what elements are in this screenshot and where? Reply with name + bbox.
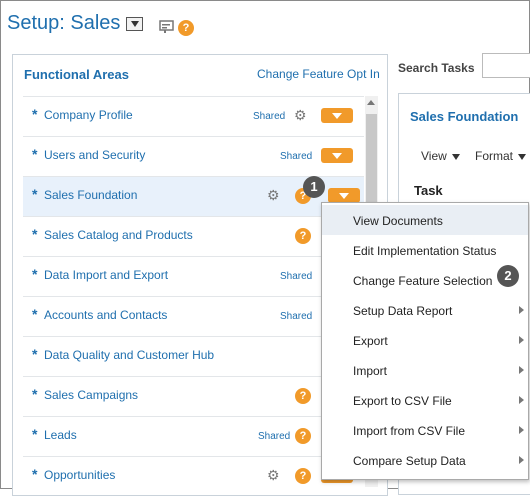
gear-icon[interactable]: ⚙	[267, 467, 280, 484]
functional-area-row[interactable]: * Data Import and Export Shared	[23, 256, 364, 296]
context-menu-item-label: Import from CSV File	[353, 424, 466, 438]
format-chevron-down-icon	[518, 153, 527, 160]
context-menu-item-label: Edit Implementation Status	[353, 244, 497, 258]
required-asterisk: *	[32, 146, 38, 162]
help-icon[interactable]: ?	[178, 20, 194, 36]
callout-2: 2	[497, 265, 519, 287]
view-menu[interactable]: View	[421, 149, 460, 163]
context-menu-item[interactable]: Setup Data Report	[322, 295, 528, 325]
format-label: Format	[475, 149, 514, 163]
submenu-arrow-icon	[519, 396, 524, 404]
shared-label: Shared	[253, 111, 286, 122]
task-column-header: Task	[414, 183, 443, 198]
context-menu-item[interactable]: Compare Setup Data	[322, 445, 528, 475]
functional-area-row[interactable]: * Company Profile Shared ⚙	[23, 96, 364, 136]
context-menu-item-label: Export	[353, 334, 388, 348]
submenu-arrow-icon	[519, 366, 524, 374]
context-menu-item-label: Export to CSV File	[353, 394, 452, 408]
functional-area-row[interactable]: * Data Quality and Customer Hub	[23, 336, 364, 376]
functional-area-link[interactable]: Data Quality and Customer Hub	[44, 348, 214, 362]
help-icon[interactable]: ?	[295, 468, 311, 484]
functional-area-row[interactable]: * Opportunities ⚙?	[23, 456, 364, 496]
functional-area-link[interactable]: Sales Catalog and Products	[44, 228, 193, 242]
gear-icon[interactable]: ⚙	[267, 187, 280, 204]
submenu-arrow-icon	[519, 336, 524, 344]
shared-label: Shared	[280, 311, 313, 322]
required-asterisk: *	[32, 346, 38, 362]
functional-area-row[interactable]: * Sales Campaigns?	[23, 376, 364, 416]
context-menu-item[interactable]: Import from CSV File	[322, 415, 528, 445]
functional-area-row[interactable]: * Accounts and Contacts Shared	[23, 296, 364, 336]
functional-area-link[interactable]: Accounts and Contacts	[44, 308, 167, 322]
page-title: Setup: Sales	[7, 12, 121, 34]
functional-area-link[interactable]: Sales Foundation	[44, 188, 137, 202]
context-menu-item-label: View Documents	[353, 214, 443, 228]
required-asterisk: *	[32, 386, 38, 402]
actions-context-menu: View Documents Edit Implementation Status…	[321, 202, 529, 480]
context-menu-item-label: Setup Data Report	[353, 304, 453, 318]
functional-areas-heading: Functional Areas	[24, 67, 129, 82]
required-asterisk: *	[32, 466, 38, 482]
search-tasks-label: Search Tasks	[398, 61, 475, 75]
required-asterisk: *	[32, 186, 38, 202]
help-icon[interactable]: ?	[295, 388, 311, 404]
gear-icon[interactable]: ⚙	[294, 107, 307, 124]
callout-1: 1	[303, 176, 325, 198]
required-asterisk: *	[32, 266, 38, 282]
functional-area-link[interactable]: Leads	[44, 428, 77, 442]
row-actions-dropdown-button[interactable]	[321, 108, 353, 123]
context-menu-item[interactable]: Import	[322, 355, 528, 385]
shared-label: Shared	[280, 151, 313, 162]
context-menu-item-label: Compare Setup Data	[353, 454, 466, 468]
submenu-arrow-icon	[519, 426, 524, 434]
functional-area-link[interactable]: Sales Campaigns	[44, 388, 138, 402]
search-tasks-input[interactable]	[482, 53, 530, 78]
functional-area-link[interactable]: Opportunities	[44, 468, 115, 482]
required-asterisk: *	[32, 226, 38, 242]
context-menu-item-label: Import	[353, 364, 388, 378]
shared-label: Shared	[280, 271, 313, 282]
help-icon[interactable]: ?	[295, 428, 311, 444]
functional-area-row[interactable]: * Users and Security Shared	[23, 136, 364, 176]
shared-label: Shared	[258, 431, 291, 442]
format-menu[interactable]: Format	[475, 149, 527, 163]
submenu-arrow-icon	[519, 306, 524, 314]
functional-area-link[interactable]: Company Profile	[44, 108, 133, 122]
functional-area-link[interactable]: Users and Security	[44, 148, 145, 162]
required-asterisk: *	[32, 106, 38, 122]
context-menu-item[interactable]: Export	[322, 325, 528, 355]
required-asterisk: *	[32, 426, 38, 442]
view-chevron-down-icon	[451, 153, 460, 160]
context-menu-item[interactable]: Edit Implementation Status	[322, 235, 528, 265]
functional-area-link[interactable]: Data Import and Export	[44, 268, 168, 282]
row-actions-dropdown-button[interactable]	[328, 188, 360, 203]
functional-area-row[interactable]: * Sales Catalog and Products?	[23, 216, 364, 256]
help-icon[interactable]: ?	[295, 228, 311, 244]
context-menu-item[interactable]: Export to CSV File	[322, 385, 528, 415]
tasks-icon[interactable]	[159, 20, 175, 34]
task-panel-title: Sales Foundation	[410, 109, 519, 124]
functional-area-row[interactable]: * Leads Shared?	[23, 416, 364, 456]
required-asterisk: *	[32, 306, 38, 322]
scroll-up-arrow-icon[interactable]	[367, 100, 375, 105]
title-dropdown-button[interactable]	[126, 17, 143, 31]
view-label: View	[421, 149, 447, 163]
context-menu-item[interactable]: View Documents	[322, 205, 528, 235]
change-feature-opt-in-link[interactable]: Change Feature Opt In	[257, 67, 380, 81]
row-actions-dropdown-button[interactable]	[321, 148, 353, 163]
context-menu-item-label: Change Feature Selection	[353, 274, 493, 288]
submenu-arrow-icon	[519, 456, 524, 464]
